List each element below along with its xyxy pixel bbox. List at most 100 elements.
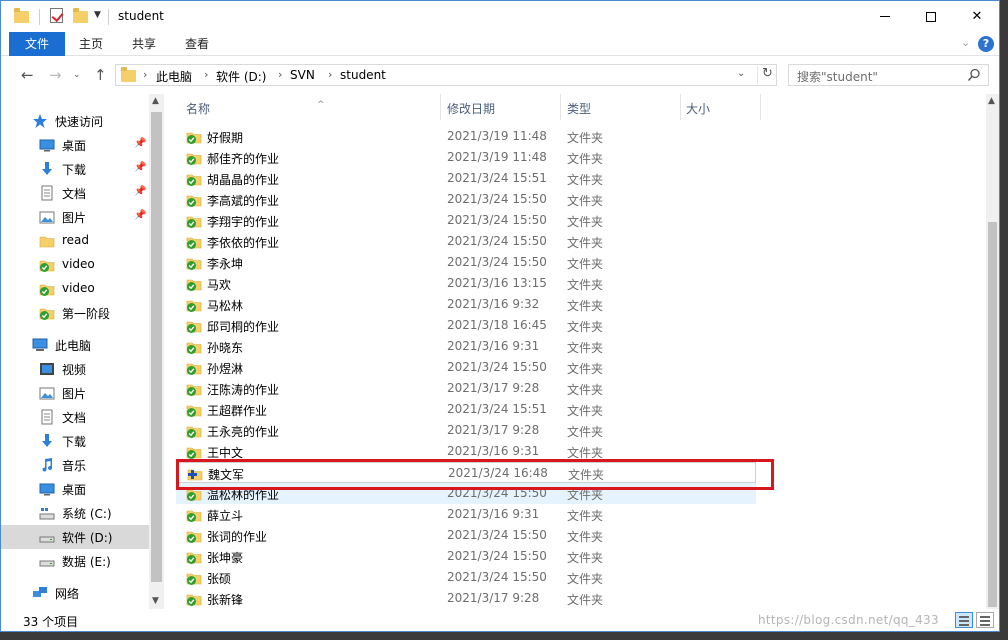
tab-file[interactable]: 文件	[9, 32, 65, 56]
nav-network[interactable]: 网络	[1, 581, 149, 605]
breadcrumb-svn[interactable]: SVN	[290, 68, 315, 82]
table-row[interactable]: 汪陈涛的作业 2021/3/17 9:28 文件夹	[176, 378, 756, 399]
chevron-right-icon[interactable]: ›	[143, 68, 147, 81]
maximize-button[interactable]	[908, 1, 954, 32]
table-row[interactable]: 张硕 2021/3/24 15:50 文件夹	[176, 567, 756, 588]
table-row[interactable]: 好假期 2021/3/19 11:48 文件夹	[176, 126, 756, 147]
column-date[interactable]: 修改日期	[441, 94, 561, 120]
search-placeholder: 搜索"student"	[797, 70, 878, 84]
chevron-right-icon[interactable]: ›	[204, 68, 208, 81]
nav-quick-item[interactable]: 图片 📌	[1, 205, 149, 229]
help-icon[interactable]: ?	[978, 36, 994, 52]
nav-pc-item[interactable]: 图片	[1, 381, 149, 405]
svn-folder-icon	[186, 405, 202, 417]
table-row[interactable]: 孙晓东 2021/3/16 9:31 文件夹	[176, 336, 756, 357]
svn-folder-icon	[186, 279, 202, 291]
minimize-button[interactable]	[862, 1, 908, 32]
nav-pc-item[interactable]: 文档	[1, 405, 149, 429]
table-row[interactable]: 李翔宇的作业 2021/3/24 15:50 文件夹	[176, 210, 756, 231]
file-name: 李高斌的作业	[207, 194, 280, 208]
details-view-button[interactable]	[955, 612, 973, 628]
scroll-up-icon[interactable]: ▲	[152, 96, 159, 106]
file-date: 2021/3/24 15:50	[447, 528, 547, 542]
forward-arrow-icon[interactable]: →	[49, 66, 62, 84]
nav-scroll-thumb[interactable]	[151, 112, 162, 582]
table-row[interactable]: 郝佳齐的作业 2021/3/19 11:48 文件夹	[176, 147, 756, 168]
column-size[interactable]: 大小	[681, 94, 761, 120]
breadcrumb-this-pc[interactable]: 此电脑	[156, 68, 192, 85]
address-dropdown-icon[interactable]: ⌄	[737, 68, 745, 79]
file-type: 文件夹	[567, 131, 604, 145]
folder-icon[interactable]	[14, 8, 29, 23]
table-row[interactable]: 王永亮的作业 2021/3/17 9:28 文件夹	[176, 420, 756, 441]
nav-quick-item[interactable]: 桌面 📌	[1, 133, 149, 157]
nav-quick-item[interactable]: video	[1, 253, 149, 277]
chevron-right-icon[interactable]: ›	[278, 68, 282, 81]
nav-scrollbar[interactable]: ▲ ▼	[149, 94, 164, 609]
table-row[interactable]: 马欢 2021/3/16 13:15 文件夹	[176, 273, 756, 294]
chevron-right-icon[interactable]: ›	[328, 68, 332, 81]
search-input[interactable]: 搜索"student"	[788, 64, 989, 86]
back-arrow-icon[interactable]: ←	[21, 66, 34, 84]
nav-pc-item[interactable]: 软件 (D:)	[1, 525, 149, 549]
breadcrumb-student[interactable]: student	[340, 68, 386, 82]
file-name: 张坤豪	[207, 551, 244, 565]
nav-quick-item[interactable]: 第一阶段	[1, 301, 149, 325]
table-row[interactable]: 马松林 2021/3/16 9:32 文件夹	[176, 294, 756, 315]
column-type[interactable]: 类型	[561, 94, 681, 120]
breadcrumb-drive-d[interactable]: 软件 (D:)	[216, 68, 266, 85]
nav-quick-item[interactable]: read	[1, 229, 149, 253]
column-name[interactable]: 名称 ^	[176, 94, 440, 120]
close-button[interactable]: ✕	[954, 1, 999, 32]
table-row[interactable]: 李高斌的作业 2021/3/24 15:50 文件夹	[176, 189, 756, 210]
nav-pc-item[interactable]: 数据 (E:)	[1, 549, 149, 573]
nav-quick-item[interactable]: 文档 📌	[1, 181, 149, 205]
table-row[interactable]: 胡晶晶的作业 2021/3/24 15:51 文件夹	[176, 168, 756, 189]
file-date: 2021/3/24 15:51	[447, 402, 547, 416]
svn-folder-icon	[186, 237, 202, 249]
table-row[interactable]: 张坤豪 2021/3/24 15:50 文件夹	[176, 546, 756, 567]
properties-icon[interactable]	[50, 8, 63, 23]
nav-pc-item[interactable]: 视频	[1, 357, 149, 381]
file-name: 郝佳齐的作业	[207, 152, 280, 166]
tab-home[interactable]: 主页	[67, 32, 115, 56]
nav-pc-item[interactable]: 下载	[1, 429, 149, 453]
table-row[interactable]: 薛立斗 2021/3/16 9:31 文件夹	[176, 504, 756, 525]
table-row[interactable]: 孙煜淋 2021/3/24 15:50 文件夹	[176, 357, 756, 378]
pin-icon[interactable]: 📌	[134, 186, 146, 197]
pin-icon[interactable]: 📌	[134, 210, 146, 221]
new-folder-icon[interactable]	[73, 8, 88, 23]
file-name: 李永坤	[207, 257, 244, 271]
expand-ribbon-icon[interactable]: ⌄	[961, 36, 970, 49]
scroll-down-icon[interactable]: ▼	[152, 596, 159, 606]
nav-label: 第一阶段	[62, 307, 111, 321]
tab-share[interactable]: 共享	[119, 32, 169, 56]
table-row[interactable]: 李永坤 2021/3/24 15:50 文件夹	[176, 252, 756, 273]
up-arrow-icon[interactable]: ↑	[94, 66, 107, 84]
table-row[interactable]: 张新锋 2021/3/17 9:28 文件夹	[176, 588, 756, 609]
nav-pc-item[interactable]: 桌面	[1, 477, 149, 501]
nav-quick-item[interactable]: video	[1, 277, 149, 301]
nav-quick-item[interactable]: 下载 📌	[1, 157, 149, 181]
search-icon[interactable]	[967, 68, 981, 82]
table-row[interactable]: 邱司桐的作业 2021/3/18 16:45 文件夹	[176, 315, 756, 336]
table-row[interactable]: 李依依的作业 2021/3/24 15:50 文件夹	[176, 231, 756, 252]
table-row[interactable]: 张词的作业 2021/3/24 15:50 文件夹	[176, 525, 756, 546]
pin-icon[interactable]: 📌	[134, 138, 146, 149]
tab-view[interactable]: 查看	[173, 32, 221, 56]
file-scroll-thumb[interactable]	[988, 222, 997, 607]
large-icons-view-button[interactable]	[976, 612, 994, 628]
nav-pc-item[interactable]: 音乐	[1, 453, 149, 477]
nav-quick-access[interactable]: 快速访问	[1, 109, 149, 133]
nav-pc-item[interactable]: 系统 (C:)	[1, 501, 149, 525]
recent-locations-icon[interactable]: ⌄	[73, 70, 81, 80]
table-row[interactable]: 王超群作业 2021/3/24 15:51 文件夹	[176, 399, 756, 420]
pin-icon[interactable]: 📌	[134, 162, 146, 173]
chevron-down-icon[interactable]: ▼	[94, 10, 101, 20]
file-list-scrollbar[interactable]: ▲	[986, 94, 999, 609]
address-bar[interactable]: › 此电脑 › 软件 (D:) › SVN › student ⌄ ↻	[115, 64, 777, 86]
column-divider[interactable]	[760, 94, 761, 120]
refresh-icon[interactable]: ↻	[757, 66, 777, 84]
nav-this-pc[interactable]: 此电脑	[1, 333, 149, 357]
scroll-up-icon[interactable]: ▲	[988, 96, 995, 106]
